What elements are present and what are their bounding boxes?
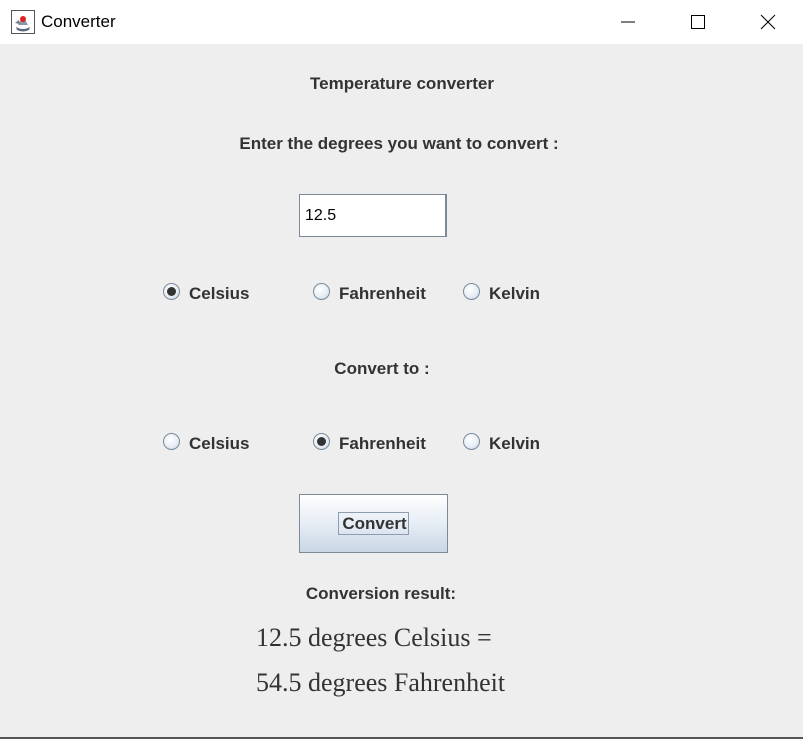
convert-button[interactable]: Convert xyxy=(299,494,448,553)
result-heading: Conversion result: xyxy=(305,584,457,603)
maximize-icon xyxy=(691,15,705,29)
to-fahrenheit-label[interactable]: Fahrenheit xyxy=(339,434,426,454)
minimize-button[interactable] xyxy=(593,0,663,44)
java-coffee-icon xyxy=(11,10,35,34)
close-button[interactable] xyxy=(733,0,803,44)
degrees-input[interactable] xyxy=(299,194,447,237)
maximize-button[interactable] xyxy=(663,0,733,44)
result-line-1: 12.5 degrees Celsius = xyxy=(256,623,492,652)
page-heading: Temperature converter xyxy=(310,74,494,93)
converter-panel: Temperature converter Enter the degrees … xyxy=(0,44,803,737)
to-kelvin-label[interactable]: Kelvin xyxy=(489,434,540,454)
close-icon xyxy=(760,14,776,30)
result-line-2: 54.5 degrees Fahrenheit xyxy=(256,668,506,697)
from-celsius-label[interactable]: Celsius xyxy=(189,284,249,304)
from-celsius-radio[interactable] xyxy=(163,283,180,300)
from-fahrenheit-radio[interactable] xyxy=(313,283,330,300)
minimize-icon xyxy=(621,21,635,23)
from-kelvin-radio[interactable] xyxy=(463,283,480,300)
title-bar: Converter xyxy=(0,0,803,44)
to-celsius-label[interactable]: Celsius xyxy=(189,434,249,454)
convert-to-label: Convert to : xyxy=(334,359,430,378)
to-celsius-radio[interactable] xyxy=(163,433,180,450)
degrees-prompt: Enter the degrees you want to convert : xyxy=(239,134,559,153)
from-kelvin-label[interactable]: Kelvin xyxy=(489,284,540,304)
to-fahrenheit-radio[interactable] xyxy=(313,433,330,450)
from-fahrenheit-label[interactable]: Fahrenheit xyxy=(339,284,426,304)
window-title: Converter xyxy=(41,12,116,31)
to-kelvin-radio[interactable] xyxy=(463,433,480,450)
convert-button-label: Convert xyxy=(342,514,407,533)
